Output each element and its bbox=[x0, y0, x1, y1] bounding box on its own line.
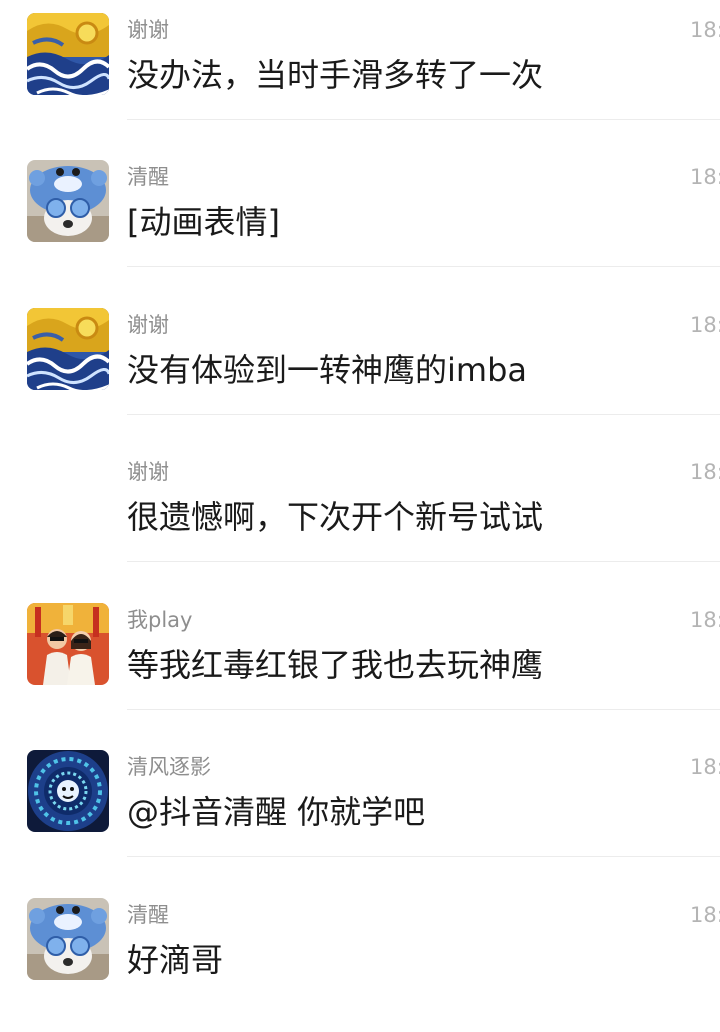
row-divider bbox=[127, 561, 720, 562]
message-time: 18: bbox=[690, 608, 720, 632]
chat-message-row[interactable]: 谢谢 没办法，当时手滑多转了一次 18: bbox=[0, 0, 720, 147]
kaleidoscope-avatar-icon[interactable] bbox=[27, 750, 109, 832]
sender-name: 清醒 bbox=[127, 903, 169, 927]
chat-message-row[interactable]: 我play 等我红毒红银了我也去玩神鹰 18: bbox=[0, 590, 720, 737]
message-time: 18: bbox=[690, 903, 720, 927]
message-time: 18: bbox=[690, 313, 720, 337]
message-text: 很遗憾啊，下次开个新号试试 bbox=[127, 498, 544, 536]
couple-photo-avatar-icon[interactable] bbox=[27, 603, 109, 685]
message-text: [动画表情] bbox=[127, 203, 280, 241]
message-text: 没办法，当时手滑多转了一次 bbox=[127, 56, 544, 94]
sender-name: 我play bbox=[127, 608, 193, 632]
chat-message-row[interactable]: 清风逐影 @抖音清醒 你就学吧 18: bbox=[0, 737, 720, 884]
message-time: 18: bbox=[690, 18, 720, 42]
message-time: 18: bbox=[690, 460, 720, 484]
chat-message-row[interactable]: 清醒 好滴哥 18: bbox=[0, 885, 720, 1032]
message-time: 18: bbox=[690, 755, 720, 779]
message-text: @抖音清醒 你就学吧 bbox=[127, 793, 426, 831]
sender-name: 清风逐影 bbox=[127, 755, 211, 779]
row-divider bbox=[127, 856, 720, 857]
starry-wave-avatar-icon[interactable] bbox=[27, 308, 109, 390]
message-time: 18: bbox=[690, 165, 720, 189]
row-divider bbox=[127, 709, 720, 710]
sender-name: 谢谢 bbox=[127, 313, 169, 337]
sender-name: 谢谢 bbox=[127, 18, 169, 42]
sender-name: 清醒 bbox=[127, 165, 169, 189]
starry-wave-avatar-icon[interactable] bbox=[27, 13, 109, 95]
row-divider bbox=[127, 266, 720, 267]
blue-hat-dog-avatar-icon[interactable] bbox=[27, 160, 109, 242]
chat-message-row[interactable]: 清醒 [动画表情] 18: bbox=[0, 147, 720, 294]
message-text: 好滴哥 bbox=[127, 941, 224, 979]
blue-hat-dog-avatar-icon[interactable] bbox=[27, 898, 109, 980]
chat-message-row[interactable]: 谢谢 没有体验到一转神鹰的imba 18: bbox=[0, 295, 720, 442]
message-text: 等我红毒红银了我也去玩神鹰 bbox=[127, 646, 544, 684]
message-text: 没有体验到一转神鹰的imba bbox=[127, 351, 527, 389]
row-divider bbox=[127, 119, 720, 120]
chat-message-row[interactable]: 谢谢 很遗憾啊，下次开个新号试试 18: bbox=[0, 442, 720, 589]
sender-name: 谢谢 bbox=[127, 460, 169, 484]
row-divider bbox=[127, 414, 720, 415]
